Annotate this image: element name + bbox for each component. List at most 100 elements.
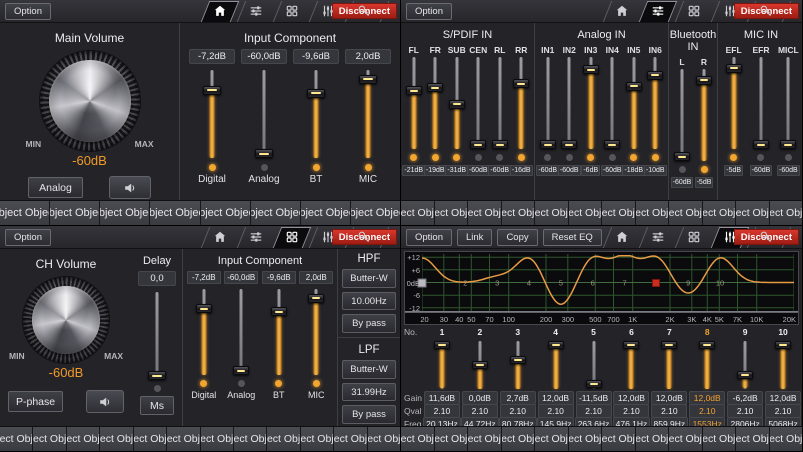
slider-handle[interactable] <box>233 366 249 375</box>
channel-tab[interactable]: [object Object] <box>703 201 737 225</box>
channel-tab[interactable]: [object Object] <box>67 427 100 451</box>
hpf-bypass-button[interactable]: By pass <box>342 314 396 333</box>
channel-tab[interactable]: [object Object] <box>535 427 569 451</box>
preset-tab[interactable]: [object Object] <box>150 201 200 225</box>
phase-button[interactable]: P-phase <box>8 391 63 412</box>
slider-handle[interactable] <box>737 371 753 379</box>
eq-band-slider[interactable] <box>737 341 753 389</box>
eq-gain-value[interactable]: 12,0dB <box>538 391 574 405</box>
eq-qval-value[interactable]: 2.10 <box>727 404 763 418</box>
channel-tab[interactable]: [object Object] <box>502 201 536 225</box>
input-level-slider[interactable] <box>271 289 287 375</box>
mute-button[interactable] <box>109 176 151 199</box>
channel-tab[interactable]: [object Object] <box>569 201 603 225</box>
nav-tab-grid[interactable] <box>676 226 712 248</box>
eq-qval-value[interactable]: 2.10 <box>462 404 498 418</box>
eq-gain-value[interactable]: 12,0dB <box>689 391 725 405</box>
slider-handle[interactable] <box>470 140 486 149</box>
slider-handle[interactable] <box>406 86 422 95</box>
channel-tab[interactable]: [object Object] <box>636 201 670 225</box>
eq-band-slider[interactable] <box>472 341 488 389</box>
slider-handle[interactable] <box>203 86 221 95</box>
mixer-level-slider[interactable] <box>449 57 465 149</box>
copy-button[interactable]: Copy <box>497 229 537 246</box>
slider-handle[interactable] <box>753 140 769 149</box>
channel-tab[interactable]: [object Object] <box>770 201 803 225</box>
input-level-slider[interactable] <box>196 289 212 375</box>
ch-volume-knob[interactable]: MIN MAX <box>23 277 109 363</box>
preset-tab[interactable]: [object Object] <box>301 201 351 225</box>
mixer-level-slider[interactable] <box>626 57 642 149</box>
nav-tab-mixer[interactable] <box>238 0 274 22</box>
mixer-level-slider[interactable] <box>492 57 508 149</box>
slider-handle[interactable] <box>548 341 564 349</box>
channel-tab[interactable]: [object Object] <box>468 427 502 451</box>
slider-handle[interactable] <box>540 140 556 149</box>
channel-tab[interactable]: [object Object] <box>502 427 536 451</box>
input-level-slider[interactable] <box>233 289 249 375</box>
eq-gain-value[interactable]: 2,7dB <box>500 391 536 405</box>
eq-gain-value[interactable]: 11,6dB <box>424 391 460 405</box>
mixer-level-slider[interactable] <box>674 69 690 161</box>
channel-tab[interactable]: [object Object] <box>535 201 569 225</box>
slider-handle[interactable] <box>255 149 273 158</box>
eq-gain-value[interactable]: 12,0dB <box>765 391 801 405</box>
option-button[interactable]: Option <box>5 229 51 246</box>
slider-handle[interactable] <box>472 361 488 369</box>
eq-band-slider[interactable] <box>699 341 715 389</box>
eq-band-slider[interactable] <box>623 341 639 389</box>
input-level-slider[interactable] <box>255 70 273 158</box>
nav-tab-home[interactable] <box>604 0 640 22</box>
channel-tab[interactable]: [object Object] <box>33 427 66 451</box>
preset-tab[interactable]: [object Object] <box>50 201 100 225</box>
slider-handle[interactable] <box>196 304 212 313</box>
channel-tab[interactable]: [object Object] <box>167 427 200 451</box>
preset-tab[interactable]: [object Object] <box>351 201 400 225</box>
eq-curve-band-marker[interactable] <box>652 279 660 287</box>
slider-handle[interactable] <box>674 152 690 161</box>
nav-tab-mixer[interactable] <box>238 226 274 248</box>
channel-tab[interactable]: [object Object] <box>770 427 803 451</box>
slider-handle[interactable] <box>307 89 325 98</box>
slider-handle[interactable] <box>626 82 642 91</box>
eq-qval-value[interactable]: 2.10 <box>538 404 574 418</box>
slider-handle[interactable] <box>148 371 166 380</box>
channel-tab[interactable]: [object Object] <box>201 427 234 451</box>
mixer-level-slider[interactable] <box>583 57 599 149</box>
input-level-slider[interactable] <box>307 70 325 158</box>
mixer-level-slider[interactable] <box>753 57 769 149</box>
eq-band-slider[interactable] <box>586 341 602 389</box>
channel-tab[interactable]: [object Object] <box>703 427 737 451</box>
channel-tab[interactable]: [object Object] <box>100 427 133 451</box>
slider-handle[interactable] <box>647 71 663 80</box>
delay-unit-button[interactable]: Ms <box>140 396 174 415</box>
slider-handle[interactable] <box>359 75 377 84</box>
preset-tab[interactable]: [object Object] <box>100 201 150 225</box>
eq-gain-value[interactable]: -6,2dB <box>727 391 763 405</box>
nav-tab-mixer[interactable] <box>640 0 676 22</box>
mixer-level-slider[interactable] <box>647 57 663 149</box>
channel-tab[interactable]: [object Object] <box>435 201 469 225</box>
channel-tab[interactable]: [object Object] <box>602 201 636 225</box>
slider-handle[interactable] <box>604 140 620 149</box>
eq-qval-value[interactable]: 2.10 <box>765 404 801 418</box>
link-button[interactable]: Link <box>457 229 492 246</box>
eq-gain-value[interactable]: 12,0dB <box>613 391 649 405</box>
nav-tab-grid[interactable] <box>676 0 712 22</box>
mixer-level-slider[interactable] <box>561 57 577 149</box>
eq-curve-band-marker[interactable]: 3 <box>495 278 499 287</box>
eq-band-slider[interactable] <box>434 341 450 389</box>
mixer-level-slider[interactable] <box>540 57 556 149</box>
hpf-freq-button[interactable]: 10.00Hz <box>342 292 396 311</box>
slider-handle[interactable] <box>271 307 287 316</box>
eq-qval-value[interactable]: 2.10 <box>500 404 536 418</box>
nav-tab-mixer[interactable] <box>640 226 676 248</box>
slider-handle[interactable] <box>510 356 526 364</box>
mixer-level-slider[interactable] <box>406 57 422 149</box>
slider-handle[interactable] <box>449 100 465 109</box>
slider-handle[interactable] <box>513 79 529 88</box>
channel-tab[interactable]: [object Object] <box>134 427 167 451</box>
mixer-level-slider[interactable] <box>513 57 529 149</box>
analog-source-button[interactable]: Analog <box>28 177 83 198</box>
slider-handle[interactable] <box>434 341 450 349</box>
